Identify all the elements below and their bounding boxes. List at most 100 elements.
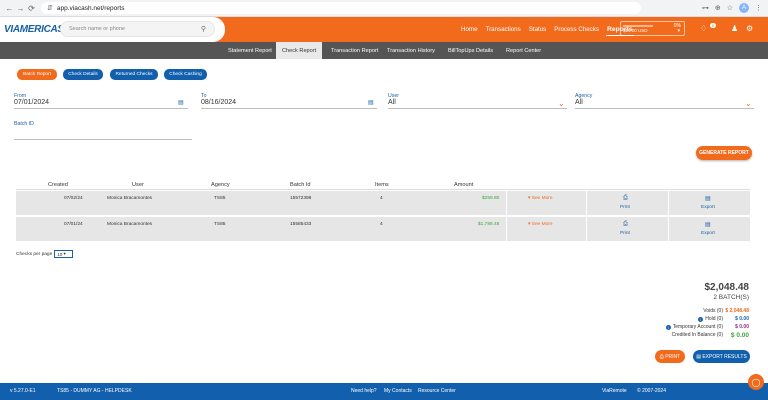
to-underline <box>201 108 377 109</box>
cell-items: 4 <box>380 222 383 227</box>
reload-icon[interactable]: ⟳ <box>26 3 37 14</box>
profile-avatar[interactable]: A <box>739 3 749 13</box>
export-icon[interactable]: ▤ <box>705 221 711 228</box>
to-date-input[interactable]: 08/16/2024 <box>201 99 236 106</box>
tab-report-center[interactable]: Report Center <box>506 42 541 59</box>
search-icon[interactable]: ⚲ <box>201 25 206 33</box>
print-link[interactable]: Print <box>620 231 630 236</box>
browser-menu-icon[interactable]: ⋮ <box>755 4 762 12</box>
agency-underline <box>575 108 754 109</box>
site-settings-icon[interactable]: ⇵ <box>47 4 53 12</box>
from-underline <box>14 108 188 109</box>
calendar-icon[interactable]: ▤ <box>368 99 374 106</box>
cell-batch-id: 15572398 <box>290 196 312 201</box>
chevron-down-icon[interactable]: ⌄ <box>558 99 565 108</box>
per-page-value: 10 <box>57 251 63 257</box>
pagination-control: Checks per page 10 ▾ <box>16 250 74 258</box>
user-underline <box>388 108 567 109</box>
export-icon[interactable]: ▤ <box>705 195 711 202</box>
voids-value: $ 2,048.48 <box>725 308 749 314</box>
info-icon[interactable]: i <box>665 324 671 330</box>
see-more-label: See More <box>531 196 553 201</box>
column-divider <box>586 191 587 215</box>
table-header: Created User Agency Batch Id Items Amoun… <box>16 180 750 190</box>
password-key-icon[interactable]: ⊶ <box>702 4 709 12</box>
user-select[interactable]: All <box>388 99 396 106</box>
total-amount: $2,048.48 <box>704 282 750 293</box>
credited-value: $ 0.00 <box>730 331 749 339</box>
zoom-icon[interactable]: ⊕ <box>715 4 721 12</box>
per-page-select[interactable]: 10 ▾ <box>54 250 74 258</box>
nav-home[interactable]: Home <box>460 24 479 35</box>
batch-count: 2 BATCH(S) <box>713 294 749 301</box>
cell-batch-id: 15585433 <box>290 222 312 227</box>
tab-transaction-history[interactable]: Transaction History <box>387 42 435 59</box>
agency-text: TS85 - DUMMY AG - HELPDESK <box>57 388 132 394</box>
balance-widget[interactable]: 0% $10.00 USD ▾ <box>620 21 685 36</box>
cell-amount: $1,788.48 <box>478 222 500 227</box>
check-cashing-button[interactable]: Check Cashing <box>164 69 207 80</box>
col-items: Items <box>375 182 389 188</box>
check-details-button[interactable]: Check Details <box>63 69 103 80</box>
print-button[interactable]: ⎙ PRINT <box>655 350 685 363</box>
returned-checks-button[interactable]: Returned Checks <box>110 69 158 80</box>
table-row: 07/02/24 Monica Bracamontes TS85 1557239… <box>16 191 750 215</box>
tab-statement-report[interactable]: Statement Report <box>228 42 272 59</box>
nav-status[interactable]: Status <box>528 24 548 35</box>
forward-icon[interactable]: → <box>15 3 26 14</box>
bell-icon[interactable]: ♢ <box>700 24 707 33</box>
temporary-account-value: $ 0.00 <box>735 324 749 330</box>
tab-billtopups-details[interactable]: BillTopUps Details <box>448 42 493 59</box>
top-navigation: Home Transactions Status Process Checks … <box>460 17 634 42</box>
report-tabs: Statement Report Check Report Transactio… <box>0 42 768 59</box>
tab-check-report[interactable]: Check Report <box>276 42 323 59</box>
balance-amount: $10.00 USD <box>623 28 648 33</box>
chat-icon[interactable]: ◯ <box>748 374 764 390</box>
export-results-button[interactable]: ▤ EXPORT RESULTS <box>693 350 750 363</box>
col-user: User <box>132 182 144 188</box>
search-placeholder: Search name or phone <box>69 26 125 32</box>
agency-select[interactable]: All <box>575 99 583 106</box>
column-divider <box>668 191 669 215</box>
summary-credited: Credited In Balance (0) $ 0.00 <box>672 331 749 339</box>
see-more-label: See More <box>531 222 553 227</box>
printer-icon[interactable]: ⎙ <box>623 195 628 202</box>
export-link[interactable]: Export <box>701 205 715 210</box>
my-contacts-link[interactable]: My Contacts <box>384 388 412 394</box>
viamericas-logo[interactable]: VIAMERICAS <box>4 24 64 35</box>
printer-icon[interactable]: ⎙ <box>623 221 628 228</box>
col-agency: Agency <box>211 182 230 188</box>
from-date-input[interactable]: 07/01/2024 <box>14 99 49 106</box>
back-icon[interactable]: ← <box>4 3 15 14</box>
export-results-label: EXPORT RESULTS <box>702 353 747 360</box>
print-link[interactable]: Print <box>620 205 630 210</box>
nav-transactions[interactable]: Transactions <box>485 24 522 35</box>
see-more-link[interactable]: ▾ See More <box>528 222 553 227</box>
copyright-text: © 2007-2024 <box>637 388 666 394</box>
nav-process-checks[interactable]: Process Checks <box>553 24 600 35</box>
calendar-icon[interactable]: ▤ <box>178 99 184 106</box>
per-page-label: Checks per page <box>16 251 53 257</box>
batch-report-button[interactable]: Batch Report <box>17 69 57 80</box>
address-bar[interactable]: ⇵ app.viacash.net/reports <box>41 2 641 14</box>
brand-text: ViaRemote <box>602 388 627 394</box>
voids-label: Voids (0) <box>703 308 723 314</box>
info-icon[interactable]: i <box>698 316 704 322</box>
notification-badge: 0 <box>710 23 717 28</box>
search-input[interactable]: Search name or phone ⚲ <box>60 21 215 37</box>
cell-user: Monica Bracamontes <box>107 222 153 227</box>
batch-id-underline <box>14 139 192 140</box>
see-more-link[interactable]: ▾ See More <box>528 196 553 201</box>
bookmark-star-icon[interactable]: ☆ <box>727 4 733 12</box>
chevron-down-icon[interactable]: ⌄ <box>745 99 752 108</box>
table-row: 07/01/24 Monica Bracamontes TS85 1558543… <box>16 217 750 241</box>
col-created: Created <box>48 182 68 188</box>
gear-icon[interactable]: ⚙ <box>746 24 753 33</box>
print-label: PRINT <box>665 353 681 360</box>
user-icon[interactable]: ♟ <box>731 24 738 33</box>
tab-transaction-report[interactable]: Transaction Report <box>331 42 378 59</box>
column-divider <box>506 217 507 241</box>
generate-report-button[interactable]: GENERATE REPORT <box>696 146 752 160</box>
resource-center-link[interactable]: Resource Center <box>418 388 456 394</box>
export-link[interactable]: Export <box>701 231 715 236</box>
